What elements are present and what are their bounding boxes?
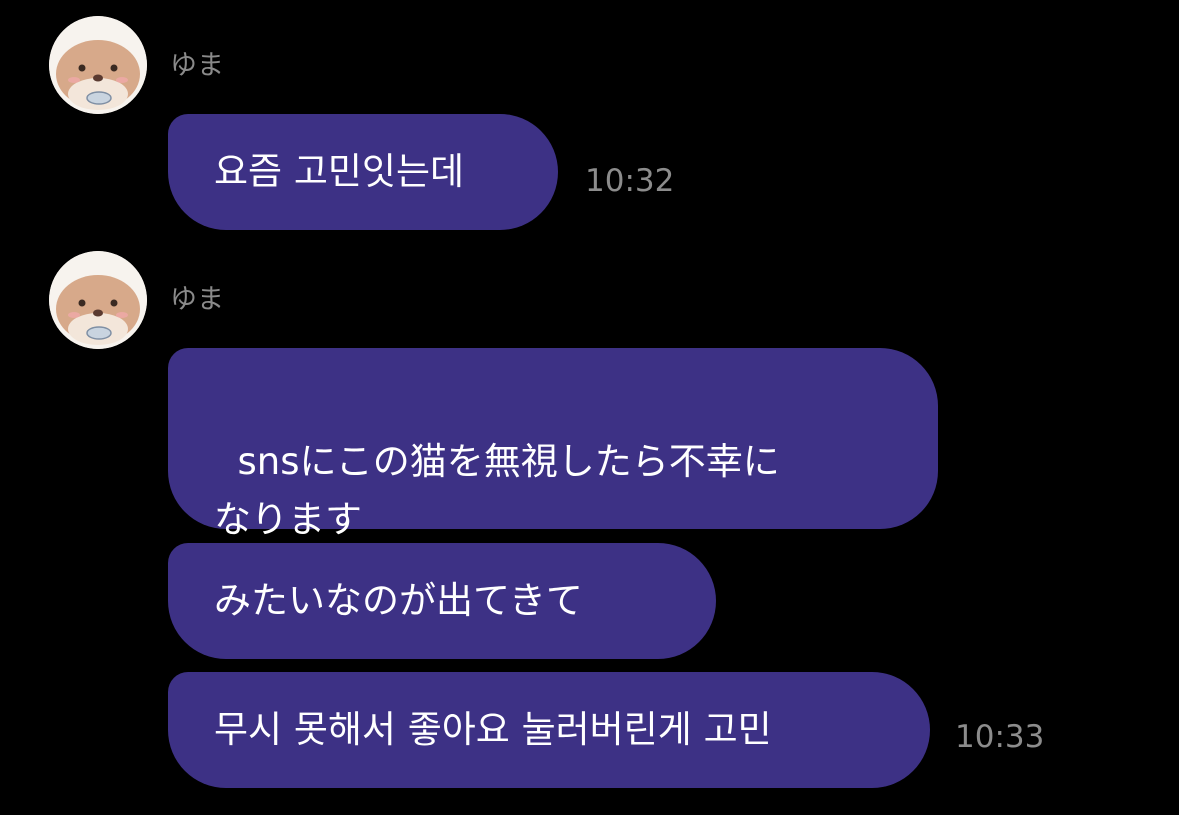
otter-avatar-icon[interactable] bbox=[49, 251, 147, 349]
message-bubble[interactable]: 요즘 고민잇는데 bbox=[168, 114, 558, 230]
message-text: みたいなのが出てきて bbox=[214, 579, 583, 622]
message-text: snsにこの猫を無視したら不幸に なります bbox=[214, 440, 780, 541]
message-text: 요즘 고민잇는데 bbox=[214, 150, 465, 193]
sender-name: ゆま bbox=[170, 50, 224, 81]
message-timestamp: 10:33 bbox=[955, 719, 1045, 755]
message-timestamp: 10:32 bbox=[585, 163, 675, 199]
message-bubble[interactable]: 무시 못해서 좋아요 눌러버린게 고민 bbox=[168, 672, 930, 788]
message-bubble[interactable]: みたいなのが出てきて bbox=[168, 543, 716, 659]
message-text: 무시 못해서 좋아요 눌러버린게 고민 bbox=[214, 708, 772, 751]
sender-name: ゆま bbox=[170, 284, 224, 315]
otter-avatar-icon[interactable] bbox=[49, 16, 147, 114]
message-bubble[interactable]: snsにこの猫を無視したら不幸に なります bbox=[168, 348, 938, 541]
